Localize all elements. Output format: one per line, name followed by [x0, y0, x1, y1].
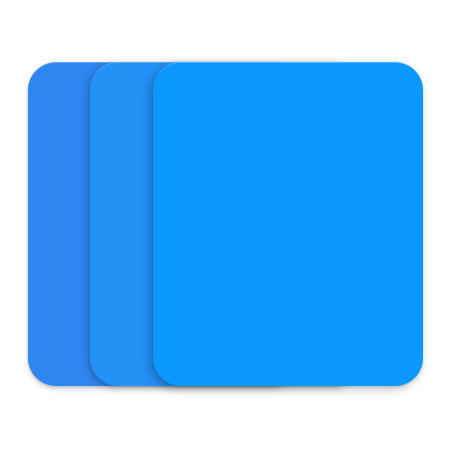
- stacked-cards-icon: [0, 0, 450, 450]
- front-card: [153, 62, 423, 386]
